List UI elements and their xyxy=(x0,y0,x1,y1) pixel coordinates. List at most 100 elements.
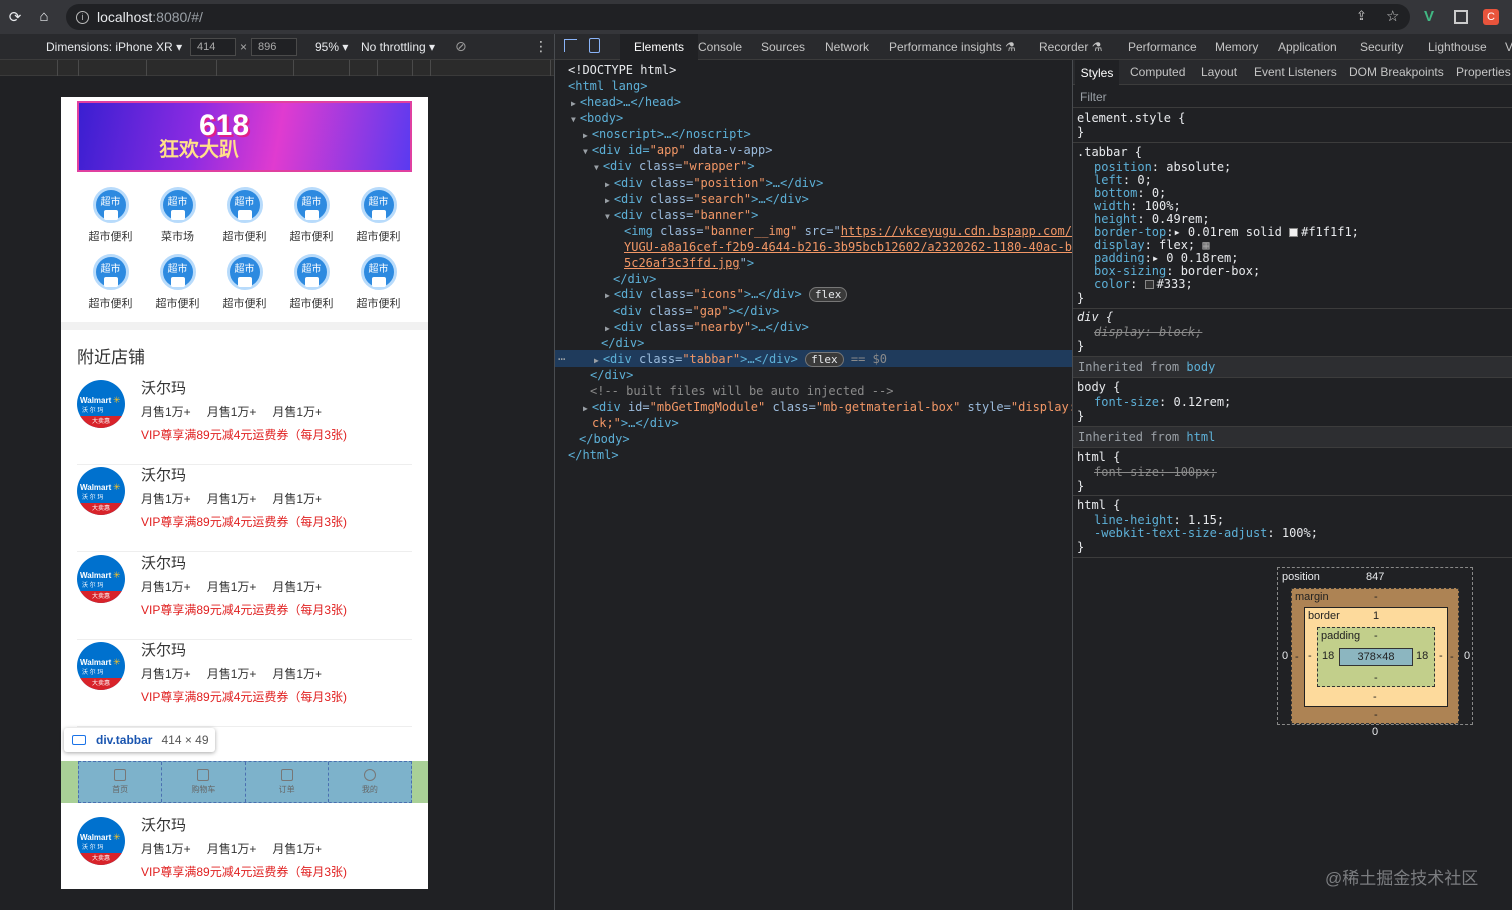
icon-item[interactable]: 超市 超市便利 xyxy=(345,254,412,311)
tab-mine[interactable]: 我的 xyxy=(329,762,411,802)
reload-icon[interactable]: ⟳ xyxy=(6,8,24,26)
icon-item[interactable]: 超市 菜市场 xyxy=(144,187,211,244)
tab-properties[interactable]: Properties xyxy=(1456,65,1511,79)
shop-name: 沃尔玛 xyxy=(141,380,187,397)
tab-performance-insights[interactable]: Performance insights ⚗ xyxy=(889,40,1016,54)
icon-item[interactable]: 超市 超市便利 xyxy=(77,254,144,311)
extension-c-icon[interactable]: C xyxy=(1483,9,1499,25)
overridden-prop[interactable]: font-size: 100px; xyxy=(1094,465,1217,479)
dom-icons[interactable]: ▶ <div class="icons">…</div> flex xyxy=(605,286,848,304)
html-selector[interactable]: html { xyxy=(1077,450,1120,464)
tab-cart[interactable]: 购物车 xyxy=(162,762,246,802)
share-icon[interactable]: ⇪ xyxy=(1356,8,1367,24)
bookmark-star-icon[interactable]: ☆ xyxy=(1386,7,1399,25)
element-style-rule[interactable]: element.style { xyxy=(1077,111,1185,125)
shop-sales: 月售1万+ 月售1万+ 月售1万+ xyxy=(141,667,323,681)
rule-close: } xyxy=(1077,339,1085,353)
tab-home[interactable]: 首页 xyxy=(79,762,163,802)
node-more-icon[interactable]: ⋯ xyxy=(558,351,565,367)
device-dimensions-select[interactable]: Dimensions: iPhone XR ▾ xyxy=(46,40,182,54)
dom-gap[interactable]: <div class="gap"></div> xyxy=(613,303,779,319)
icon-label: 超市便利 xyxy=(88,298,133,310)
body-selector[interactable]: body { xyxy=(1077,380,1120,394)
shop-item[interactable]: Walmart ✳ 沃 尔 玛大卖惠 沃尔玛 月售1万+ 月售1万+ 月售1万+ VIP… xyxy=(77,377,412,465)
dom-tabbar[interactable]: ▶ <div class="tabbar">…</div> flex == $0 xyxy=(594,351,887,369)
shop-item[interactable]: Walmart ✳ 沃 尔 玛大卖惠 沃尔玛 月售1万+ 月售1万+ 月售1万+ VIP… xyxy=(77,814,412,889)
box-model-diagram: position 847 0 0 0 margin - - - - border… xyxy=(1277,567,1473,738)
flexbox-editor-icon[interactable]: ▦ xyxy=(1202,238,1209,252)
tabbar-selector[interactable]: .tabbar { xyxy=(1077,145,1142,159)
tab-dom-breakpoints[interactable]: DOM Breakpoints xyxy=(1349,65,1444,79)
device-width-input[interactable]: 414 xyxy=(190,38,236,56)
home-icon[interactable]: ⌂ xyxy=(35,7,53,25)
flex-badge[interactable]: flex xyxy=(808,287,848,302)
icon-item[interactable]: 超市 超市便利 xyxy=(211,187,278,244)
bm-border-box[interactable]: border 1 - - - padding - 18 18 - 378×48 xyxy=(1304,607,1448,707)
supermarket-icon: 超市 xyxy=(226,187,263,223)
tab-layout[interactable]: Layout xyxy=(1201,65,1237,79)
media-query-ruler xyxy=(0,60,554,76)
tab-elements[interactable]: Elements xyxy=(620,34,698,60)
color-swatch[interactable] xyxy=(1144,280,1154,289)
rotate-icon[interactable]: ⊘ xyxy=(455,38,467,55)
more-options-icon[interactable]: ⋮ xyxy=(534,38,548,55)
dom-html-open[interactable]: <html lang> xyxy=(568,78,647,94)
tab-console[interactable]: Console xyxy=(698,40,742,54)
url-path: :8080/#/ xyxy=(152,9,203,25)
dom-body-close: </body> xyxy=(579,432,630,446)
dom-banner-img[interactable]: <img class="banner__img" src="https://vk… xyxy=(624,223,1101,239)
address-bar[interactable]: i localhost:8080/#/ ⇪ ☆ xyxy=(66,4,1410,30)
tab-sources[interactable]: Sources xyxy=(761,40,805,54)
tab-orders[interactable]: 订单 xyxy=(246,762,329,802)
zoom-select[interactable]: 95% ▾ xyxy=(315,40,348,54)
tab-styles[interactable]: Styles xyxy=(1075,60,1119,85)
flex-badge[interactable]: flex xyxy=(805,352,844,367)
icon-label: 超市便利 xyxy=(356,298,401,310)
device-toggle-icon[interactable] xyxy=(589,38,600,53)
overridden-prop[interactable]: display: block; xyxy=(1094,325,1202,339)
icon-item[interactable]: 超市 超市便利 xyxy=(345,187,412,244)
tab-search-icon[interactable] xyxy=(1454,10,1468,24)
device-height-input[interactable]: 896 xyxy=(251,38,297,56)
icon-label: 超市便利 xyxy=(222,298,267,310)
dom-img-src-line3[interactable]: 5c26af3c3ffd.jpg"> xyxy=(624,255,754,271)
tab-memory[interactable]: Memory xyxy=(1215,40,1258,54)
tab-computed[interactable]: Computed xyxy=(1130,65,1185,79)
tab-application[interactable]: Application xyxy=(1278,40,1337,54)
div-selector[interactable]: div { xyxy=(1077,310,1113,324)
tab-event-listeners[interactable]: Event Listeners xyxy=(1254,65,1337,79)
vue-devtools-extension-icon[interactable]: V xyxy=(1424,8,1434,25)
supermarket-icon: 超市 xyxy=(360,254,397,290)
bm-content-box[interactable]: 378×48 xyxy=(1339,648,1413,666)
site-info-icon[interactable]: i xyxy=(76,10,89,24)
icon-label: 超市便利 xyxy=(289,298,334,310)
bm-margin-box[interactable]: margin - - - - border 1 - - - padding - … xyxy=(1291,588,1459,724)
dom-mbgetimg-line2[interactable]: ck;">…</div> xyxy=(592,415,679,431)
shop-item[interactable]: Walmart ✳ 沃 尔 玛大卖惠 沃尔玛 月售1万+ 月售1万+ 月售1万+ VIP… xyxy=(77,552,412,640)
shop-item[interactable]: Walmart ✳ 沃 尔 玛大卖惠 沃尔玛 月售1万+ 月售1万+ 月售1万+ VIP… xyxy=(77,639,412,727)
icon-item[interactable]: 超市 超市便利 xyxy=(77,187,144,244)
css-prop-line[interactable]: -webkit-text-size-adjust: 100%; xyxy=(1094,526,1318,540)
icon-item[interactable]: 超市 超市便利 xyxy=(211,254,278,311)
tab-performance[interactable]: Performance xyxy=(1128,40,1197,54)
banner-image[interactable]: 618 狂欢大趴 xyxy=(77,101,412,172)
tab-overflow[interactable]: V xyxy=(1505,40,1512,54)
css-prop-line[interactable]: color: #333; xyxy=(1094,277,1193,291)
throttling-select[interactable]: No throttling ▾ xyxy=(361,40,435,54)
tab-recorder[interactable]: Recorder ⚗ xyxy=(1039,40,1102,54)
styles-filter-input[interactable]: Filter xyxy=(1073,86,1512,108)
icon-item[interactable]: 超市 超市便利 xyxy=(144,254,211,311)
dom-wrapper[interactable]: ▼ <div class="wrapper"> xyxy=(594,158,755,176)
shop-item[interactable]: Walmart ✳ 沃 尔 玛大卖惠 沃尔玛 月售1万+ 月售1万+ 月售1万+ VIP… xyxy=(77,464,412,552)
color-swatch[interactable] xyxy=(1289,228,1299,237)
dom-img-src-line2[interactable]: YUGU-a8a16cef-f2b9-4644-b216-3b95bcb1260… xyxy=(624,239,1101,255)
html-selector-2[interactable]: html { xyxy=(1077,498,1120,512)
icon-item[interactable]: 超市 超市便利 xyxy=(278,254,345,311)
icon-item[interactable]: 超市 超市便利 xyxy=(278,187,345,244)
css-prop-line[interactable]: font-size: 0.12rem; xyxy=(1094,395,1231,409)
tab-security[interactable]: Security xyxy=(1360,40,1403,54)
tab-network[interactable]: Network xyxy=(825,40,869,54)
tab-lighthouse[interactable]: Lighthouse xyxy=(1428,40,1487,54)
inspect-element-icon[interactable] xyxy=(564,39,577,52)
bm-padding-box[interactable]: padding - 18 18 - 378×48 xyxy=(1317,627,1435,687)
